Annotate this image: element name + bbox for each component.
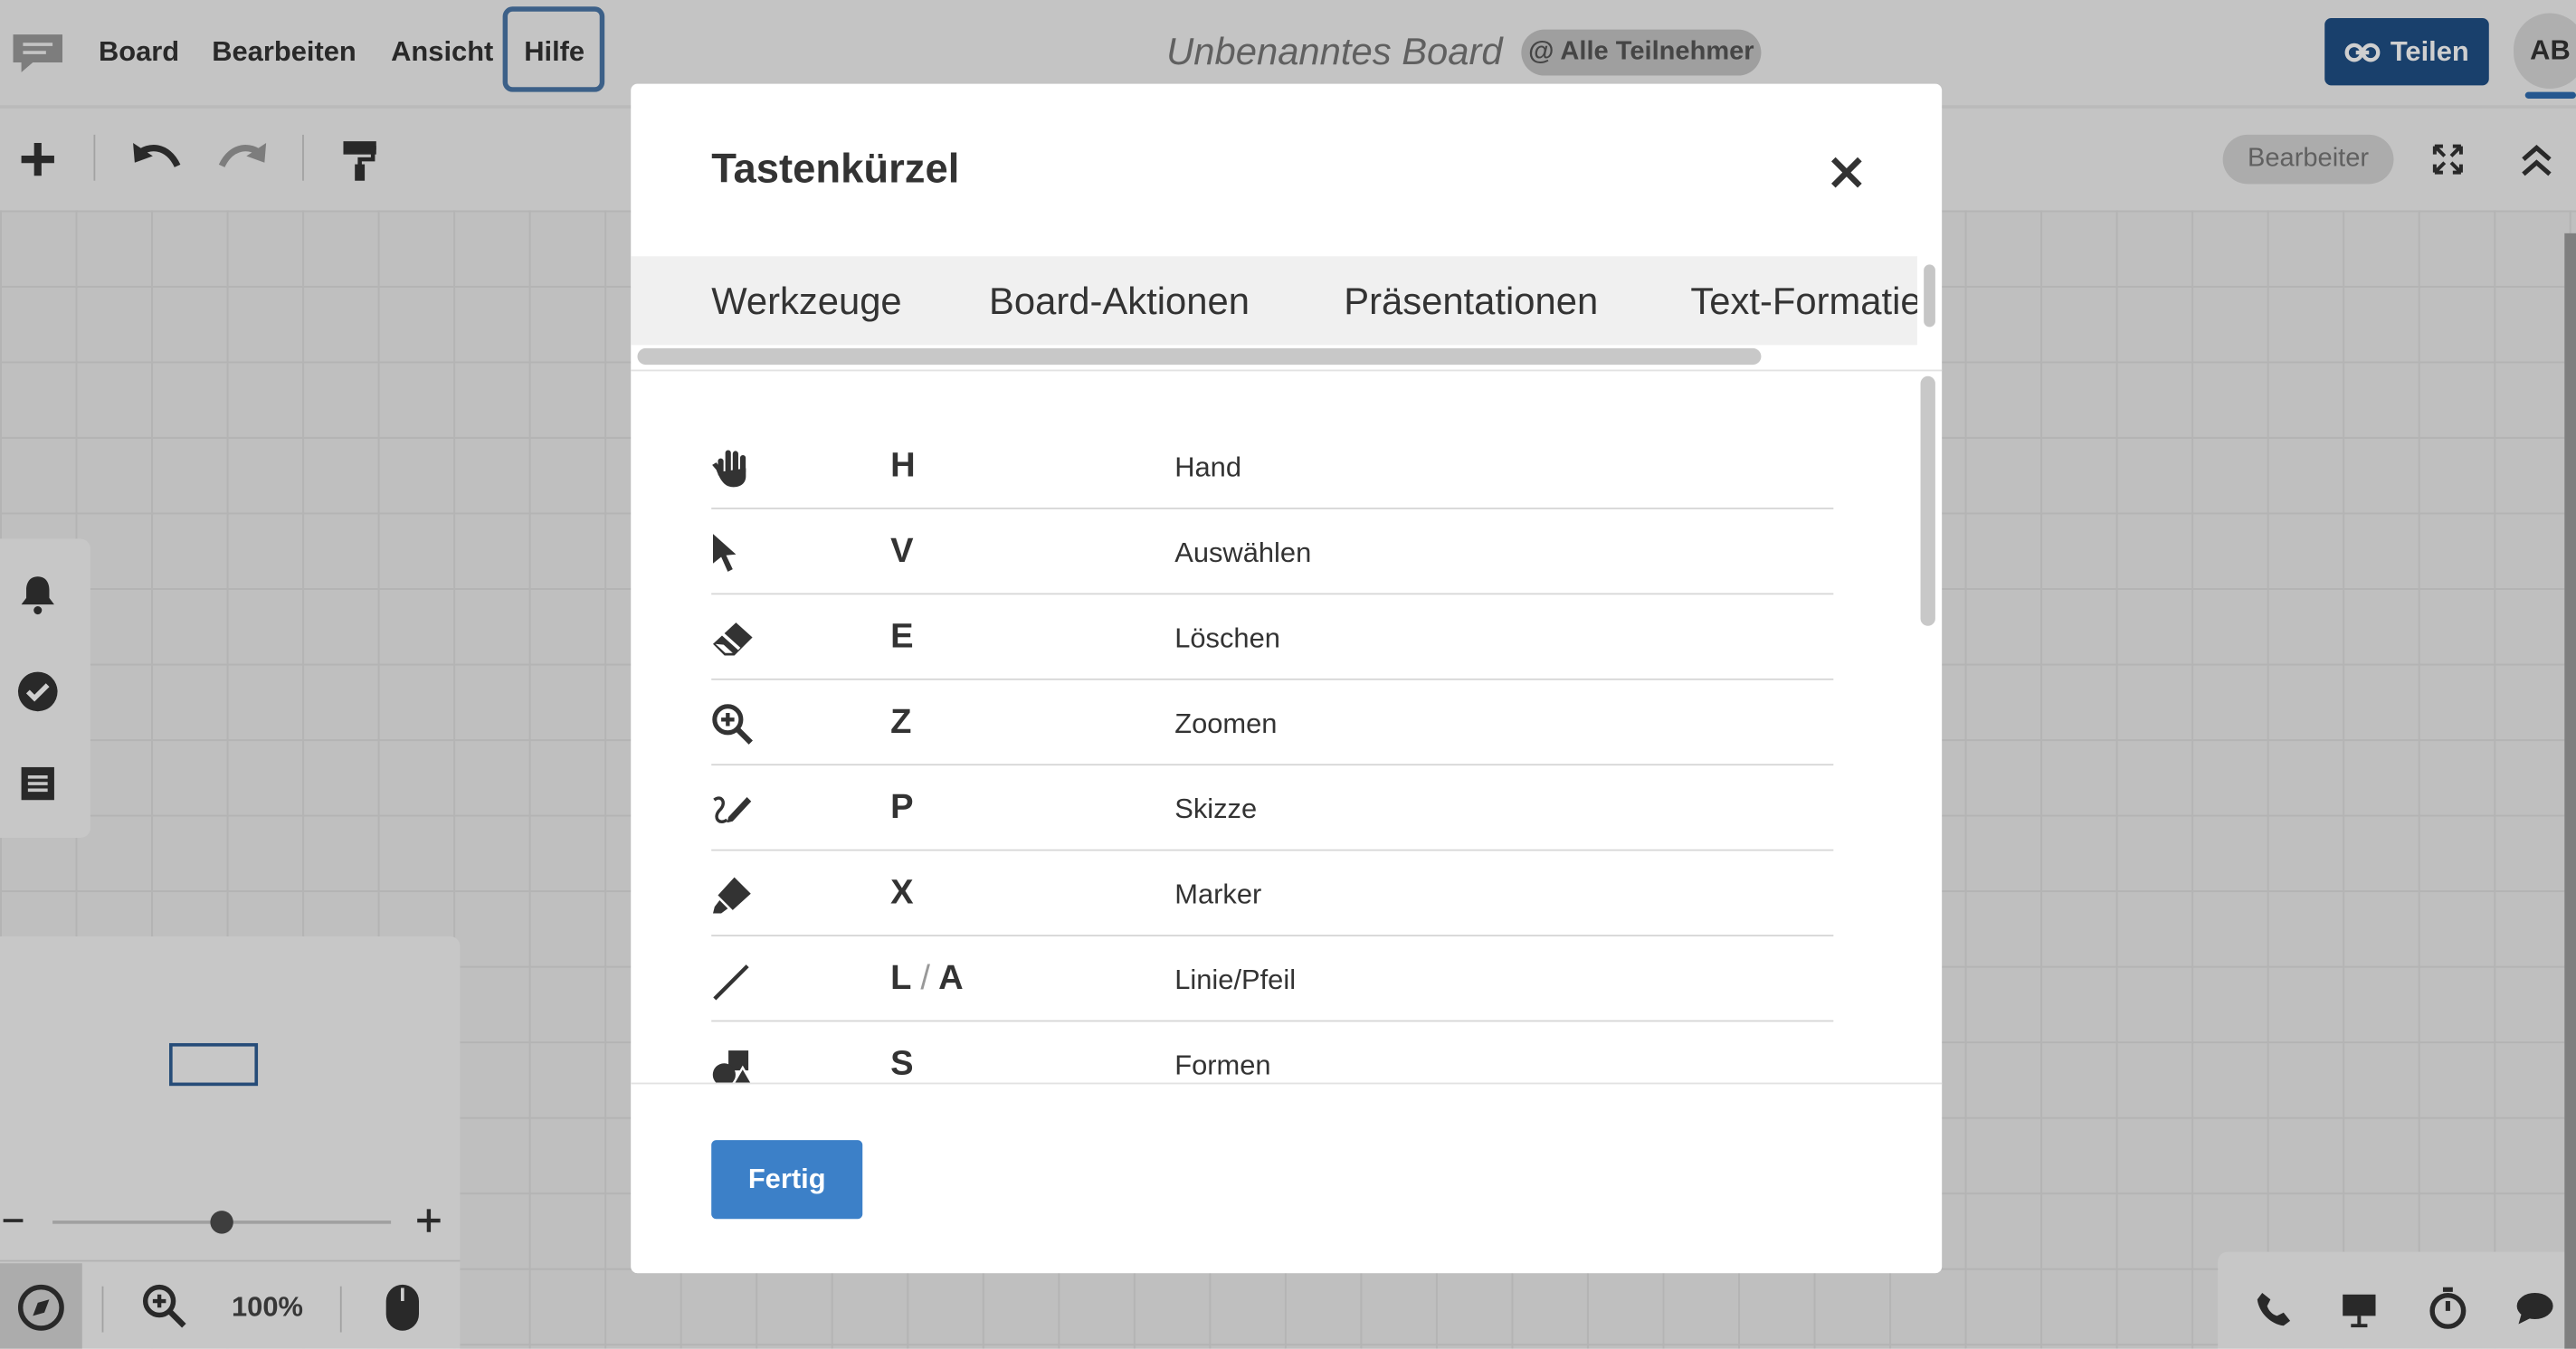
tabs-vertical-scrollbar[interactable]	[1924, 264, 1935, 328]
shortcut-label: Hand	[1174, 451, 1242, 483]
shortcut-label: Skizze	[1174, 793, 1258, 825]
shortcut-key: L / A	[890, 959, 964, 999]
shortcut-label: Linie/Pfeil	[1174, 964, 1297, 996]
shortcut-key: X	[890, 873, 914, 912]
shortcut-key-line: L	[890, 959, 911, 998]
close-icon[interactable]	[1827, 153, 1867, 193]
shortcut-label: Auswählen	[1174, 537, 1312, 569]
shortcuts-dialog: Tastenkürzel Werkzeuge Board-Aktionen Pr…	[631, 83, 1943, 1274]
shortcut-row-zoom: Z Zoomen	[711, 680, 1834, 766]
tab-bar: Werkzeuge Board-Aktionen Präsentationen …	[631, 256, 1917, 346]
shortcut-row-erase: E Löschen	[711, 594, 1834, 680]
shortcut-label: Löschen	[1174, 622, 1280, 654]
shortcut-label: Zoomen	[1174, 708, 1278, 740]
shapes-icon	[712, 1050, 755, 1087]
app: Board Bearbeiten Ansicht Hilfe Unbenannt…	[0, 0, 2576, 1349]
eraser-icon	[713, 622, 753, 656]
tab-board-actions[interactable]: Board-Aktionen	[989, 280, 1250, 324]
shortcut-key-separator: /	[920, 959, 930, 998]
shortcut-row-marker: X Marker	[711, 851, 1834, 936]
shortcut-key: S	[890, 1044, 914, 1083]
content-divider-top	[631, 369, 1943, 372]
content-vertical-scrollbar[interactable]	[1920, 375, 1935, 626]
sketch-pen-icon	[713, 796, 752, 823]
tab-text-formatting[interactable]: Text-Formatierung	[1690, 280, 1917, 324]
shortcut-row-select: V Auswählen	[711, 509, 1834, 595]
shortcut-label: Marker	[1174, 879, 1262, 910]
shortcut-key: E	[890, 617, 914, 656]
shortcut-key: P	[890, 788, 914, 827]
shortcut-key: Z	[890, 703, 912, 741]
shortcut-key: V	[890, 532, 914, 571]
shortcut-row-line: L / A Linie/Pfeil	[711, 936, 1834, 1022]
hand-icon	[712, 450, 746, 488]
marker-icon	[713, 877, 751, 914]
dialog-title: Tastenkürzel	[711, 146, 960, 193]
tab-tools[interactable]: Werkzeuge	[711, 280, 901, 324]
done-button[interactable]: Fertig	[711, 1140, 863, 1220]
shortcut-label: Formen	[1174, 1050, 1271, 1081]
shortcut-key: H	[890, 446, 916, 485]
shortcut-row-sketch: P Skizze	[711, 765, 1834, 851]
tabs-horizontal-scrollbar[interactable]	[637, 347, 1762, 366]
line-icon	[713, 964, 749, 1001]
tab-presentations[interactable]: Präsentationen	[1344, 280, 1598, 324]
shortcut-key-arrow: A	[938, 959, 964, 998]
select-pointer-icon	[713, 534, 737, 572]
shortcut-row-hand: H Hand	[711, 423, 1834, 509]
zoom-icon	[712, 704, 753, 745]
